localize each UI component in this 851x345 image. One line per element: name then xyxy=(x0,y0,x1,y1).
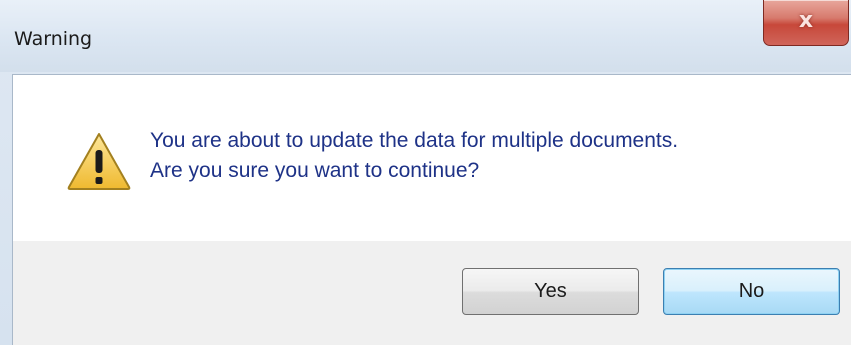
close-icon: x xyxy=(798,8,814,33)
message-area: You are about to update the data for mul… xyxy=(13,75,851,241)
message-line-2: Are you sure you want to continue? xyxy=(150,159,480,182)
warning-dialog: Warning x You are about to update the da… xyxy=(0,0,851,345)
title-bar[interactable]: Warning x xyxy=(0,0,851,72)
no-button[interactable]: No xyxy=(663,268,840,315)
warning-message: You are about to update the data for mul… xyxy=(150,126,678,186)
dialog-title: Warning xyxy=(14,28,93,50)
dialog-body: You are about to update the data for mul… xyxy=(12,74,851,345)
close-button[interactable]: x xyxy=(763,0,849,46)
yes-button[interactable]: Yes xyxy=(462,268,639,315)
message-line-1: You are about to update the data for mul… xyxy=(150,129,679,152)
warning-icon xyxy=(67,133,131,190)
